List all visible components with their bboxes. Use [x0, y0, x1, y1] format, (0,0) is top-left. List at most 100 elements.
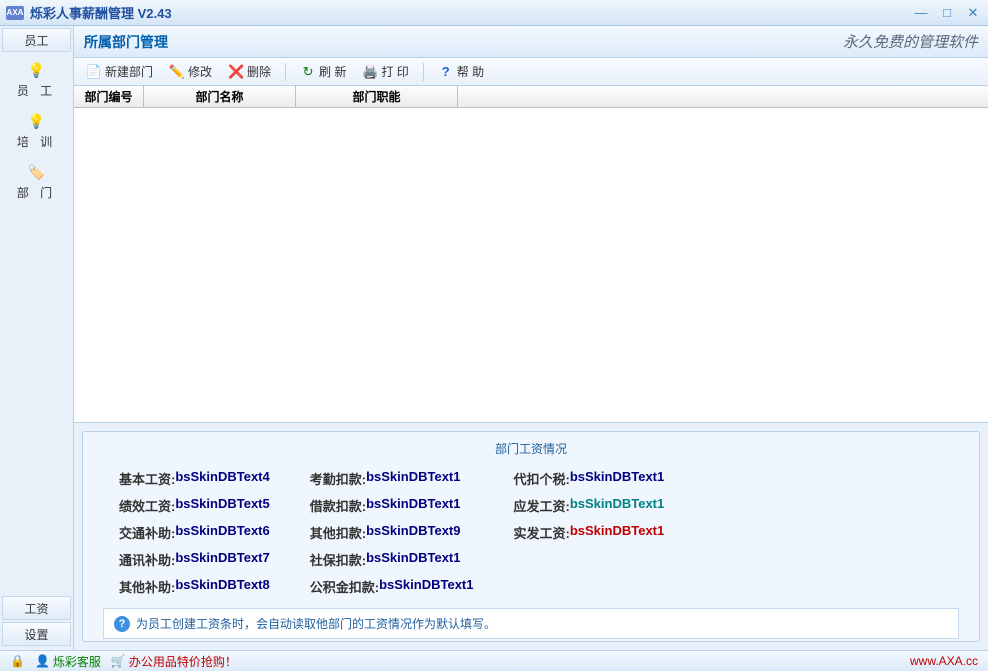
delete-icon: ❌ [228, 64, 244, 80]
maximize-button[interactable]: □ [938, 6, 956, 20]
lock-icon: 🔒 [10, 654, 25, 668]
salary-label: 其他补助: [119, 577, 175, 596]
salary-label: 借款扣款: [310, 496, 366, 515]
status-label: 烁彩客服 [53, 653, 101, 670]
salary-row: 通讯补助:bsSkinDBText7 [119, 550, 270, 569]
sidebar: 员工 💡 员 工 💡 培 训 🏷️ 部 门 工资 设置 [0, 26, 74, 650]
tag-icon: 🏷️ [29, 164, 45, 180]
salary-panel-title: 部门工资情况 [103, 440, 959, 457]
salary-row: 公积金扣款:bsSkinDBText1 [310, 577, 474, 596]
salary-value: bsSkinDBText1 [570, 496, 664, 515]
minimize-button[interactable]: — [912, 6, 930, 20]
button-label: 删除 [247, 63, 271, 80]
help-button[interactable]: ? 帮 助 [432, 61, 490, 82]
sidebar-item-employee[interactable]: 💡 员 工 [17, 62, 56, 99]
table-body [74, 108, 988, 422]
sidebar-item-department[interactable]: 🏷️ 部 门 [17, 164, 56, 201]
close-button[interactable]: ✕ [964, 6, 982, 20]
toolbar: 📄 新建部门 ✏️ 修改 ❌ 删除 ↻ 刷 新 🖨️ 打 印 ? [74, 58, 988, 86]
promo-link[interactable]: 🛒 办公用品特价抢购！ [111, 653, 237, 670]
salary-row: 基本工资:bsSkinDBText4 [119, 469, 270, 488]
salary-value: bsSkinDBText1 [570, 523, 664, 542]
salary-row: 应发工资:bsSkinDBText1 [514, 496, 665, 515]
salary-row: 借款扣款:bsSkinDBText1 [310, 496, 474, 515]
page-title: 所属部门管理 [84, 32, 843, 52]
table-header: 部门编号 部门名称 部门职能 [74, 86, 988, 108]
salary-row: 其他补助:bsSkinDBText8 [119, 577, 270, 596]
bulb-icon: 💡 [29, 62, 45, 78]
salary-label: 考勤扣款: [310, 469, 366, 488]
help-icon: ? [438, 64, 454, 80]
salary-row: 考勤扣款:bsSkinDBText1 [310, 469, 474, 488]
salary-row: 绩效工资:bsSkinDBText5 [119, 496, 270, 515]
salary-value: bsSkinDBText7 [175, 550, 269, 569]
hint-text: 为员工创建工资条时，会自动读取他部门的工资情况作为默认填写。 [136, 615, 496, 632]
sidebar-item-settings[interactable]: 设置 [2, 622, 71, 646]
salary-value: bsSkinDBText9 [366, 523, 460, 542]
salary-row: 其他扣款:bsSkinDBText9 [310, 523, 474, 542]
salary-value: bsSkinDBText1 [366, 550, 460, 569]
button-label: 新建部门 [105, 63, 153, 80]
salary-value: bsSkinDBText1 [379, 577, 473, 596]
edit-button[interactable]: ✏️ 修改 [163, 61, 218, 82]
refresh-button[interactable]: ↻ 刷 新 [294, 61, 352, 82]
salary-row: 代扣个税:bsSkinDBText1 [514, 469, 665, 488]
button-label: 打 印 [381, 63, 408, 80]
column-header-name[interactable]: 部门名称 [144, 86, 296, 107]
sidebar-item-label: 部 门 [17, 184, 56, 201]
salary-label: 实发工资: [514, 523, 570, 542]
button-label: 帮 助 [457, 63, 484, 80]
sidebar-item-label: 培 训 [17, 133, 56, 150]
print-button[interactable]: 🖨️ 打 印 [356, 61, 414, 82]
salary-label: 绩效工资: [119, 496, 175, 515]
salary-label: 通讯补助: [119, 550, 175, 569]
salary-label: 公积金扣款: [310, 577, 379, 596]
salary-value: bsSkinDBText6 [175, 523, 269, 542]
bulb-icon: 💡 [29, 113, 45, 129]
salary-panel: 部门工资情况 基本工资:bsSkinDBText4绩效工资:bsSkinDBTe… [82, 431, 980, 642]
salary-value: bsSkinDBText8 [175, 577, 269, 596]
separator [423, 63, 424, 81]
salary-value: bsSkinDBText1 [366, 469, 460, 488]
salary-label: 交通补助: [119, 523, 175, 542]
separator [285, 63, 286, 81]
info-icon: ? [114, 616, 130, 632]
salary-label: 代扣个税: [514, 469, 570, 488]
button-label: 刷 新 [319, 63, 346, 80]
salary-value: bsSkinDBText5 [175, 496, 269, 515]
salary-value: bsSkinDBText1 [366, 496, 460, 515]
title-bar: AXA 烁彩人事薪酬管理 V2.43 — □ ✕ [0, 0, 988, 26]
salary-label: 其他扣款: [310, 523, 366, 542]
salary-label: 基本工资: [119, 469, 175, 488]
printer-icon: 🖨️ [362, 64, 378, 80]
column-header-function[interactable]: 部门职能 [296, 86, 458, 107]
salary-hint: ? 为员工创建工资条时，会自动读取他部门的工资情况作为默认填写。 [103, 608, 959, 639]
salary-label: 社保扣款: [310, 550, 366, 569]
salary-row: 交通补助:bsSkinDBText6 [119, 523, 270, 542]
plus-icon: 📄 [86, 64, 102, 80]
salary-row: 社保扣款:bsSkinDBText1 [310, 550, 474, 569]
app-icon: AXA [6, 6, 24, 20]
cart-icon: 🛒 [111, 654, 126, 668]
sidebar-item-salary[interactable]: 工资 [2, 596, 71, 620]
page-slogan: 永久免费的管理软件 [843, 31, 978, 52]
button-label: 修改 [188, 63, 212, 80]
page-header: 所属部门管理 永久免费的管理软件 [74, 26, 988, 58]
new-department-button[interactable]: 📄 新建部门 [80, 61, 159, 82]
sidebar-section-header[interactable]: 员工 [2, 28, 71, 52]
salary-value: bsSkinDBText1 [570, 469, 664, 488]
salary-value: bsSkinDBText4 [175, 469, 269, 488]
refresh-icon: ↻ [300, 64, 316, 80]
salary-label: 应发工资: [514, 496, 570, 515]
status-bar: 🔒 👤 烁彩客服 🛒 办公用品特价抢购！ www.AXA.cc [0, 650, 988, 671]
website-link[interactable]: www.AXA.cc [910, 654, 978, 668]
sidebar-item-label: 员 工 [17, 82, 56, 99]
sidebar-item-training[interactable]: 💡 培 训 [17, 113, 56, 150]
column-header-id[interactable]: 部门编号 [74, 86, 144, 107]
customer-service-link[interactable]: 👤 烁彩客服 [35, 653, 101, 670]
status-label: 办公用品特价抢购！ [129, 653, 237, 670]
delete-button[interactable]: ❌ 删除 [222, 61, 277, 82]
salary-row: 实发工资:bsSkinDBText1 [514, 523, 665, 542]
pencil-icon: ✏️ [169, 64, 185, 80]
user-icon: 👤 [35, 654, 50, 668]
